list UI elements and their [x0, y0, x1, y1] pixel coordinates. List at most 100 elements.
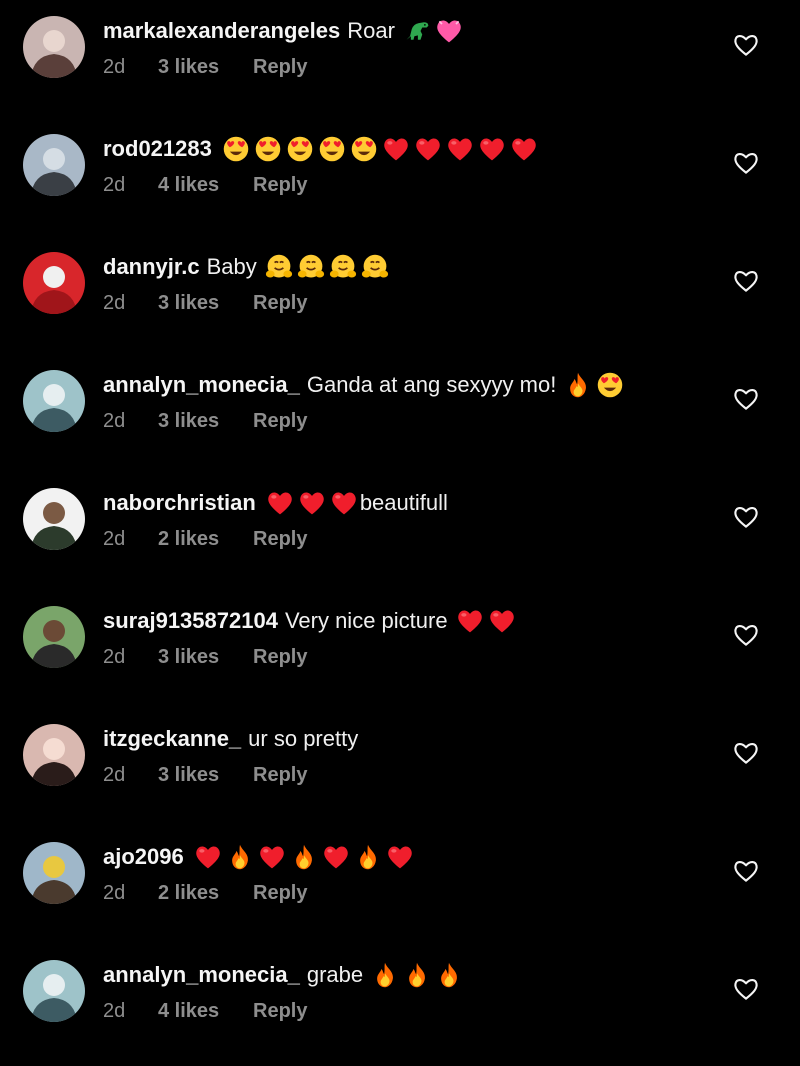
comment-meta: 2d 3 likes Reply — [103, 410, 307, 433]
dinosaur-emoji-icon — [403, 17, 431, 45]
comment-username[interactable]: itzgeckanne_ — [103, 722, 241, 756]
avatar[interactable] — [23, 606, 85, 668]
comment-body: rod021283 — [103, 132, 538, 166]
reply-button[interactable]: Reply — [253, 764, 307, 787]
comment-text: beautifull — [359, 490, 448, 515]
comment-likes-count[interactable]: 3 likes — [158, 646, 253, 669]
avatar[interactable] — [23, 960, 85, 1022]
comment-meta: 2d 2 likes Reply — [103, 882, 307, 905]
emoji-run — [190, 843, 414, 871]
comment-likes-count[interactable]: 4 likes — [158, 174, 253, 197]
emoji-run — [452, 607, 516, 635]
comment-likes-count[interactable]: 3 likes — [158, 764, 253, 787]
comment-meta: 2d 4 likes Reply — [103, 1000, 307, 1023]
comment-row: markalexanderangeles Roar 2d 3 likes Reply — [0, 4, 800, 122]
comment-username[interactable]: ajo2096 — [103, 840, 184, 874]
comment-meta: 2d 4 likes Reply — [103, 174, 307, 197]
comment-age: 2d — [103, 292, 126, 314]
avatar[interactable] — [23, 134, 85, 196]
avatar[interactable] — [23, 16, 85, 78]
fire-emoji-icon — [290, 843, 318, 871]
comment-username[interactable]: markalexanderangeles — [103, 14, 340, 48]
red-heart-emoji-icon — [478, 135, 506, 163]
reply-button[interactable]: Reply — [253, 882, 307, 905]
comment-likes-count[interactable]: 3 likes — [158, 410, 253, 433]
like-heart-icon[interactable] — [732, 857, 760, 885]
comment-body: annalyn_monecia_ Ganda at ang sexyyy mo! — [103, 368, 624, 402]
comment-meta: 2d 3 likes Reply — [103, 646, 307, 669]
comment-username[interactable]: dannyjr.c — [103, 250, 200, 284]
fire-emoji-icon — [564, 371, 592, 399]
comment-row: annalyn_monecia_ Ganda at ang sexyyy mo! 2… — [0, 358, 800, 476]
comment-row: suraj9135872104 Very nice picture 2d 3 like… — [0, 594, 800, 712]
fire-emoji-icon — [403, 961, 431, 989]
like-heart-icon[interactable] — [732, 385, 760, 413]
comment-username[interactable]: annalyn_monecia_ — [103, 958, 300, 992]
comment-username[interactable]: suraj9135872104 — [103, 604, 278, 638]
reply-button[interactable]: Reply — [253, 56, 307, 79]
avatar[interactable] — [23, 842, 85, 904]
red-heart-emoji-icon — [414, 135, 442, 163]
fire-emoji-icon — [371, 961, 399, 989]
comment-row: itzgeckanne_ ur so pretty 2d 3 likes Reply — [0, 712, 800, 830]
like-heart-icon[interactable] — [732, 621, 760, 649]
avatar[interactable] — [23, 488, 85, 550]
avatar[interactable] — [23, 724, 85, 786]
comment-row: annalyn_monecia_ grabe 2d 4 likes Reply — [0, 948, 800, 1066]
emoji-run — [262, 489, 358, 517]
red-heart-emoji-icon — [258, 843, 286, 871]
like-heart-icon[interactable] — [732, 975, 760, 1003]
avatar[interactable] — [23, 370, 85, 432]
comment-username[interactable]: naborchristian — [103, 486, 256, 520]
comment-likes-count[interactable]: 3 likes — [158, 292, 253, 315]
like-heart-icon[interactable] — [732, 31, 760, 59]
hug-emoji-icon — [297, 253, 325, 281]
red-heart-emoji-icon — [330, 489, 358, 517]
comment-text: ur so pretty — [248, 726, 359, 751]
comment-body: dannyjr.c Baby — [103, 250, 389, 284]
like-heart-icon[interactable] — [732, 739, 760, 767]
comment-body: itzgeckanne_ ur so pretty — [103, 722, 358, 756]
heart-eyes-emoji-icon — [222, 135, 250, 163]
like-heart-icon[interactable] — [732, 267, 760, 295]
fire-emoji-icon — [435, 961, 463, 989]
red-heart-emoji-icon — [456, 607, 484, 635]
comment-likes-count[interactable]: 2 likes — [158, 528, 253, 551]
comment-meta: 2d 2 likes Reply — [103, 528, 307, 551]
comment-likes-count[interactable]: 4 likes — [158, 1000, 253, 1023]
fire-emoji-icon — [354, 843, 382, 871]
reply-button[interactable]: Reply — [253, 528, 307, 551]
comment-age: 2d — [103, 882, 126, 904]
fire-emoji-icon — [226, 843, 254, 871]
comment-age: 2d — [103, 56, 126, 78]
comment-likes-count[interactable]: 2 likes — [158, 882, 253, 905]
red-heart-emoji-icon — [298, 489, 326, 517]
comment-age: 2d — [103, 410, 126, 432]
red-heart-emoji-icon — [510, 135, 538, 163]
emoji-run — [399, 17, 463, 45]
like-heart-icon[interactable] — [732, 503, 760, 531]
comment-likes-count[interactable]: 3 likes — [158, 56, 253, 79]
reply-button[interactable]: Reply — [253, 410, 307, 433]
hug-emoji-icon — [329, 253, 357, 281]
emoji-run — [218, 135, 538, 163]
comment-username[interactable]: annalyn_monecia_ — [103, 368, 300, 402]
like-heart-icon[interactable] — [732, 149, 760, 177]
red-heart-emoji-icon — [446, 135, 474, 163]
red-heart-emoji-icon — [194, 843, 222, 871]
comment-row: rod021283 2d 4 likes Reply — [0, 122, 800, 240]
red-heart-emoji-icon — [488, 607, 516, 635]
red-heart-emoji-icon — [386, 843, 414, 871]
reply-button[interactable]: Reply — [253, 174, 307, 197]
hug-emoji-icon — [361, 253, 389, 281]
reply-button[interactable]: Reply — [253, 646, 307, 669]
comment-body: naborchristian beautifull — [103, 486, 448, 520]
heart-eyes-emoji-icon — [286, 135, 314, 163]
reply-button[interactable]: Reply — [253, 292, 307, 315]
heart-eyes-emoji-icon — [254, 135, 282, 163]
comment-row: naborchristian beautifull 2d 2 likes Reply — [0, 476, 800, 594]
heart-eyes-emoji-icon — [350, 135, 378, 163]
comment-username[interactable]: rod021283 — [103, 132, 212, 166]
reply-button[interactable]: Reply — [253, 1000, 307, 1023]
avatar[interactable] — [23, 252, 85, 314]
